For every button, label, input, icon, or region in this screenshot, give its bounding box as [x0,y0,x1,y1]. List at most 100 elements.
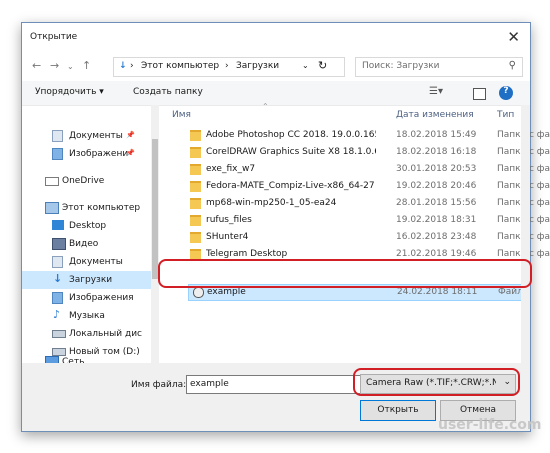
raw-file-icon [193,287,204,298]
refresh-icon[interactable]: ↻ [318,59,327,72]
sort-ascending-icon: ⌃ [262,102,269,111]
filename-input[interactable]: example [190,379,229,389]
folder-icon [190,215,201,226]
sidebar-item-label: Этот компьютер [62,203,141,213]
address-bar[interactable]: ↓ › Этот компьютер › Загрузки ⌄ ↻ [113,57,345,77]
sidebar-item-images-pinned[interactable]: Изображени 📌 [22,145,154,163]
highlight-selected-file [158,259,532,288]
file-date: 16.02.2018 23:48 [396,232,477,242]
breadcrumb-downloads[interactable]: Загрузки [236,61,279,71]
file-name: SHunter4 [206,232,249,242]
file-date: 21.02.2018 19:46 [396,249,477,259]
sidebar-item-downloads[interactable]: ↓ Загрузки [22,271,154,289]
folder-icon [190,130,201,141]
desktop-icon [52,220,64,230]
file-date: 24.02.2018 18:11 [397,287,478,297]
sidebar-item-label: Документы [69,257,123,267]
search-input[interactable]: Поиск: Загрузки [362,61,440,71]
help-icon[interactable]: ? [499,86,513,100]
column-header-name[interactable]: Имя [172,110,191,120]
documents-icon [52,130,63,142]
folder-icon [190,198,201,209]
images-icon [52,292,63,304]
new-folder-button[interactable]: Создать папку [133,87,203,97]
title-bar: Открытие ✕ [22,23,530,53]
file-row[interactable]: CorelDRAW Graphics Suite X8 18.1.0.661 1… [166,144,550,161]
sidebar-scroll-thumb[interactable] [152,139,158,279]
forward-arrow-icon[interactable]: → [50,59,59,72]
sidebar-item-label: Видео [69,239,99,249]
command-bar: Упорядочить ▾ Создать папку ☰▾ ? [22,81,530,106]
watermark-text: user-life.com [438,417,542,433]
file-name: mp68-win-mp250-1_05-ea24 [206,198,337,208]
sidebar-item-label: Изображения [69,293,134,303]
file-row[interactable]: Fedora-MATE_Compiz-Live-x86_64-27 19.02.… [166,178,550,195]
breadcrumb-sep-2: › [225,61,229,71]
column-header-date[interactable]: Дата изменения [396,110,474,120]
images-icon [52,148,63,160]
up-arrow-icon[interactable]: ↑ [82,59,91,72]
sidebar-item-label: Музыка [69,311,105,321]
column-header-type[interactable]: Тип [497,110,514,120]
file-row[interactable]: Adobe Photoshop CC 2018. 19.0.0.165 Re..… [166,127,550,144]
open-button[interactable]: Открыть [360,400,436,421]
organize-button[interactable]: Упорядочить ▾ [35,87,104,97]
file-date: 19.02.2018 20:46 [396,181,477,191]
breadcrumb-sep-1: › [130,61,134,71]
folder-icon [190,181,201,192]
sidebar-item-onedrive[interactable]: OneDrive [22,172,154,190]
preview-pane-icon[interactable] [473,88,486,100]
file-row[interactable]: exe_fix_w7 30.01.2018 20:53 Папка с фай [166,161,550,178]
file-list: ⌃ Имя Дата изменения Тип Adobe Photoshop… [162,102,550,363]
navigation-pane: Документы 📌 Изображени 📌 OneDrive Этот к… [22,105,159,363]
recent-dropdown-icon[interactable]: ⌄ [67,62,74,71]
view-options-icon[interactable]: ☰▾ [429,86,443,97]
file-date: 19.02.2018 18:31 [396,215,477,225]
sidebar-item-local-disk[interactable]: Локальный дис [22,325,154,343]
onedrive-icon [45,177,59,186]
file-date: 30.01.2018 20:53 [396,164,477,174]
sidebar-item-label: Изображени [69,149,129,159]
sidebar-item-label: Документы [69,131,123,141]
cancel-button-label: Отмена [459,405,497,415]
back-arrow-icon[interactable]: ← [32,59,41,72]
documents-icon [52,256,63,268]
file-name: example [207,287,246,297]
download-arrow-icon: ↓ [119,61,127,71]
sidebar-scrollbar[interactable] [151,105,159,363]
download-arrow-icon: ↓ [53,272,63,285]
file-row[interactable]: rufus_files 19.02.2018 18:31 Папка с фай [166,212,550,229]
address-dropdown-icon[interactable]: ⌄ [302,61,309,70]
file-name: Fedora-MATE_Compiz-Live-x86_64-27 [206,181,375,191]
file-type: Файл "CR2" [498,287,522,297]
open-button-label: Открыть [377,405,419,415]
sidebar-item-label: Desktop [69,221,107,231]
sidebar-item-video[interactable]: Видео [22,235,154,253]
folder-icon [190,232,201,243]
folder-icon [190,147,201,158]
sidebar-item-documents[interactable]: Документы [22,253,154,271]
search-box[interactable]: Поиск: Загрузки ⚲ [355,57,523,77]
pin-icon: 📌 [126,131,135,139]
sidebar-item-this-pc[interactable]: Этот компьютер [22,199,154,217]
sidebar-item-label: OneDrive [62,176,105,186]
file-list-scrollbar[interactable] [521,105,530,363]
filename-field[interactable]: example [186,375,361,394]
address-row: ← → ⌄ ↑ ↓ › Этот компьютер › Загрузки ⌄ … [22,53,530,81]
search-icon: ⚲ [508,60,516,71]
sidebar-item-desktop[interactable]: Desktop [22,217,154,235]
video-icon [52,238,66,250]
breadcrumb-this-pc[interactable]: Этот компьютер [141,61,219,71]
file-name: rufus_files [206,215,252,225]
sidebar-item-music[interactable]: ♪ Музыка [22,307,154,325]
sidebar-item-documents-pinned[interactable]: Документы 📌 [22,127,154,145]
file-row[interactable]: mp68-win-mp250-1_05-ea24 28.01.2018 15:5… [166,195,550,212]
close-icon[interactable]: ✕ [507,28,520,46]
file-row[interactable]: SHunter4 16.02.2018 23:48 Папка с фай [166,229,550,246]
music-icon: ♪ [53,308,61,321]
drive-icon [52,330,66,338]
sidebar-item-label: Загрузки [69,275,113,285]
pin-icon: 📌 [126,149,135,157]
sidebar-item-pictures[interactable]: Изображения [22,289,154,307]
file-name: Telegram Desktop [206,249,288,259]
